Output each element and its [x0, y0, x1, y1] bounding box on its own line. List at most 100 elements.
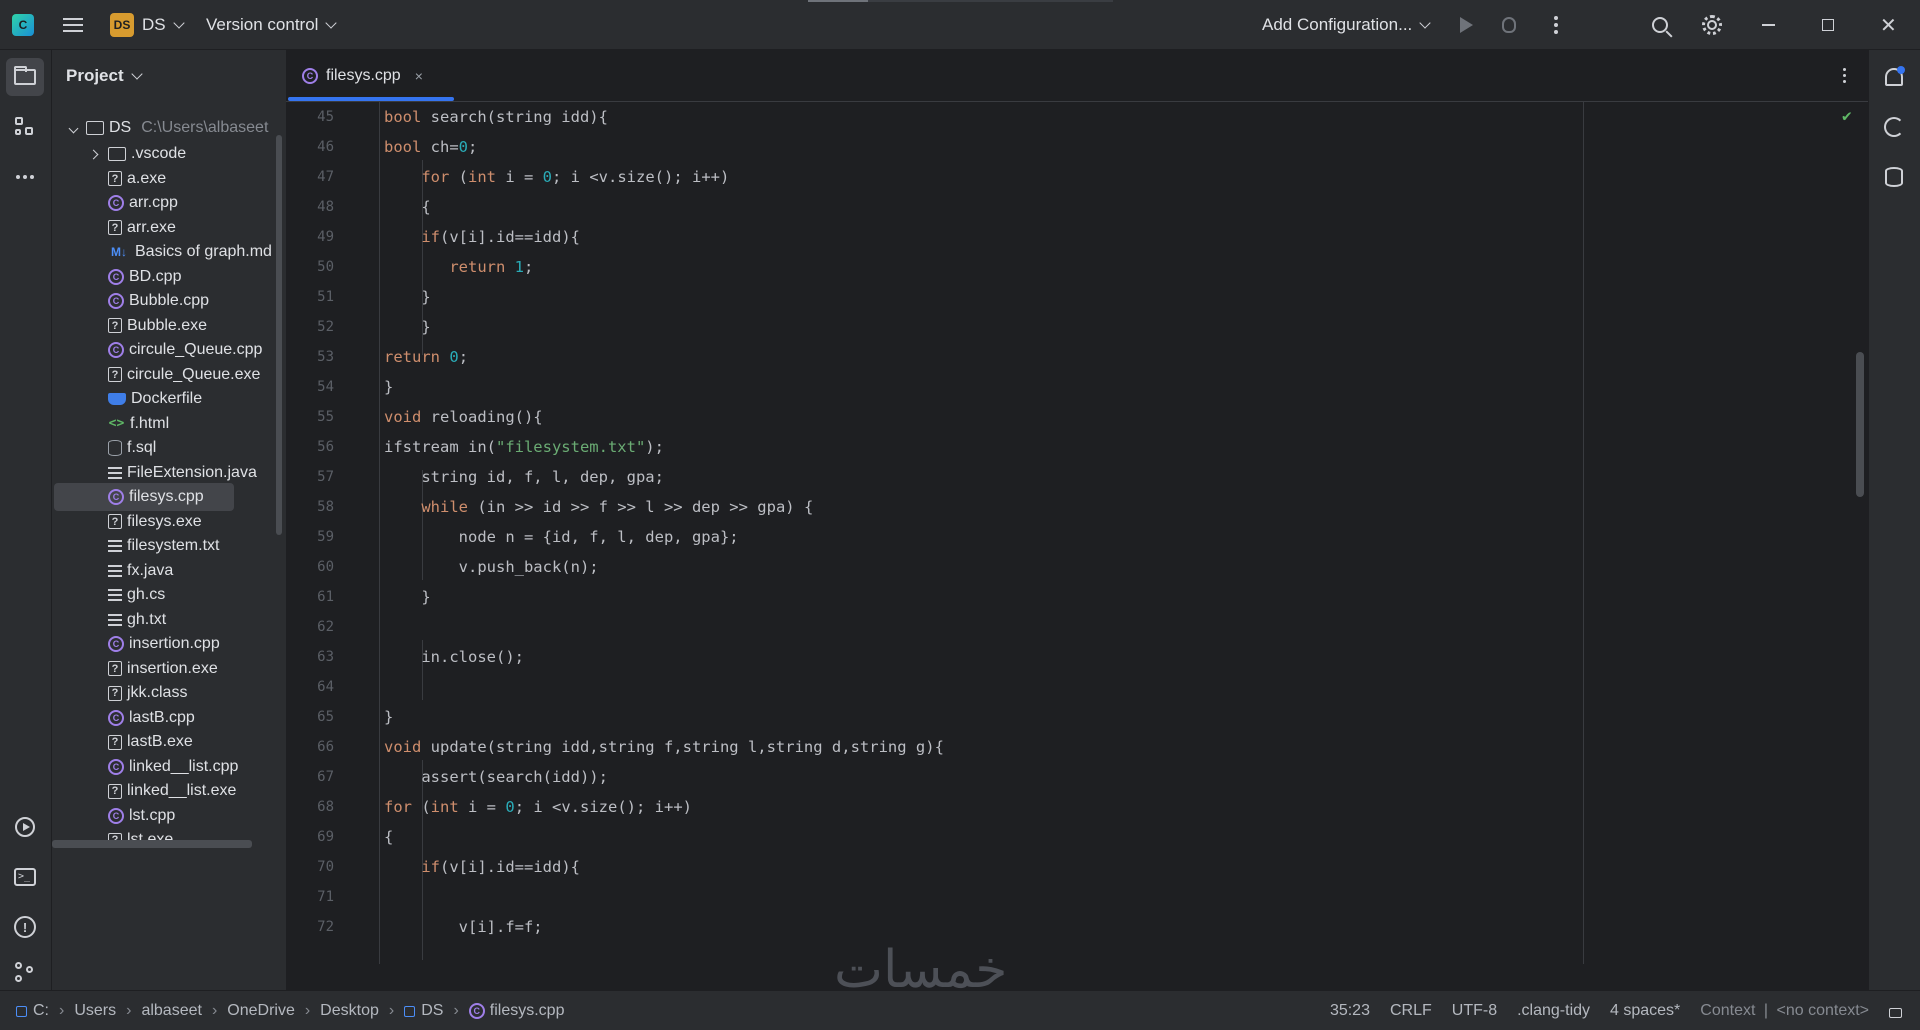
tree-item-label: lastB.cpp — [129, 708, 195, 726]
project-selector[interactable]: DS DS — [110, 0, 185, 50]
line-number: 51 — [317, 289, 334, 305]
tree-item-label: insertion.exe — [127, 659, 218, 677]
version-control-menu[interactable]: Version control — [206, 0, 338, 50]
breadcrumb-separator-icon: › — [126, 1002, 132, 1019]
tree-item-label: fx.java — [127, 561, 174, 579]
breadcrumb-item[interactable]: Cfilesys.cpp — [468, 1002, 564, 1020]
tree-root-ds[interactable]: DS C:\Users\albaseet — [70, 114, 268, 142]
breadcrumb-item[interactable]: albaseet — [141, 1002, 202, 1020]
file-encoding[interactable]: UTF-8 — [1452, 1002, 1497, 1020]
close-window-button[interactable]: ✕ — [1880, 0, 1900, 50]
tree-item-label: gh.cs — [127, 586, 166, 603]
title-bar: C DS DS Version control Add Configuratio… — [0, 0, 1920, 50]
tree-item-label: filesys.cpp — [129, 488, 204, 505]
indent-setting[interactable]: 4 spaces* — [1610, 1002, 1680, 1020]
ai-assistant-button[interactable] — [1875, 108, 1913, 146]
module-icon — [16, 1005, 27, 1017]
tree-item-label: gh.txt — [127, 610, 167, 628]
inspection-ok-check-icon[interactable]: ✔ — [1842, 106, 1852, 125]
code-line: 66 void update(string idd,string f,string… — [286, 732, 1868, 762]
editor-tab-bar: C filesys.cpp × — [286, 50, 1868, 102]
project-tool-button[interactable] — [6, 58, 44, 96]
run-icon[interactable] — [1460, 0, 1480, 50]
debug-icon[interactable] — [1502, 0, 1524, 50]
restore-window-button[interactable] — [1822, 0, 1840, 50]
more-actions-icon[interactable] — [1552, 0, 1560, 50]
breadcrumb-separator-icon: › — [211, 1002, 218, 1019]
tree-item-label: linked__list.exe — [127, 782, 237, 799]
line-number: 72 — [317, 919, 334, 935]
minimize-window-button[interactable] — [1762, 0, 1780, 50]
breadcrumb-item[interactable]: DS — [404, 1002, 443, 1020]
code-line: 56 ifstream in("filesystem.txt"); — [286, 432, 1868, 462]
add-configuration-button[interactable]: Add Configuration... — [1262, 0, 1431, 50]
breadcrumb-label: DS — [421, 1002, 444, 1019]
breadcrumb-item[interactable]: OneDrive — [227, 1002, 295, 1020]
code-text: bool search(string idd){ — [384, 108, 608, 126]
editor-scrollbar[interactable] — [1856, 352, 1864, 497]
settings-gear-icon[interactable] — [1702, 0, 1726, 50]
breadcrumb-item[interactable]: Desktop — [320, 1002, 379, 1020]
project-panel-header[interactable]: Project — [66, 50, 143, 102]
chevron-down-icon — [130, 67, 143, 80]
tab-options-icon[interactable] — [1843, 68, 1846, 83]
code-text: for (int i = 0; i <v.size(); i++) — [421, 168, 730, 186]
line-number: 55 — [317, 409, 334, 425]
tab-close-icon[interactable]: × — [415, 68, 423, 84]
code-line: 48 { — [286, 192, 1868, 222]
unknown-file-icon: ? — [108, 514, 122, 529]
git-tool-button[interactable] — [6, 958, 44, 988]
text-file-icon — [108, 466, 122, 479]
code-line: 71 — [286, 882, 1868, 912]
code-text: } — [384, 708, 394, 726]
code-text: node n = {id, f, l, dep, gpa}; — [384, 528, 739, 546]
breadcrumb-label: OneDrive — [227, 1002, 295, 1019]
code-line: 61 } — [286, 582, 1868, 612]
breadcrumb-item[interactable]: Users — [74, 1002, 116, 1020]
project-scrollbar[interactable] — [276, 135, 282, 535]
tree-item-label: lst.cpp — [129, 806, 176, 824]
tree-root-path: C:\Users\albaseet — [141, 119, 269, 136]
unknown-file-icon: ? — [108, 318, 122, 333]
problems-tool-button[interactable]: ! — [6, 908, 44, 946]
code-line: 65} — [286, 702, 1868, 732]
tab-filesys-cpp[interactable]: C filesys.cpp × — [288, 50, 437, 102]
main-menu-icon[interactable] — [60, 0, 86, 50]
linter-config[interactable]: .clang-tidy — [1517, 1002, 1590, 1020]
terminal-tool-button[interactable]: >_ — [6, 858, 44, 896]
read-only-lock-icon[interactable] — [1889, 1008, 1902, 1018]
sql-file-icon — [108, 440, 122, 456]
line-number: 46 — [317, 139, 334, 155]
code-text: return 1; — [449, 258, 534, 276]
tree-root-name: DS — [109, 119, 132, 136]
search-icon[interactable] — [1652, 0, 1676, 50]
run-tool-button[interactable] — [6, 808, 44, 846]
text-file-icon — [108, 540, 122, 552]
code-line: 62 — [286, 612, 1868, 642]
line-number: 57 — [317, 469, 334, 485]
line-number: 58 — [317, 499, 334, 515]
caret-position[interactable]: 35:23 — [1330, 1002, 1370, 1020]
tree-item-label: Bubble.cpp — [129, 292, 210, 309]
cpp-file-icon: C — [108, 807, 124, 824]
line-number: 59 — [317, 529, 334, 545]
project-badge-icon: DS — [110, 13, 134, 37]
project-name: DS — [142, 15, 166, 34]
app-logo-icon[interactable]: C — [12, 0, 38, 50]
breadcrumb-item[interactable]: C: — [16, 1002, 49, 1020]
module-icon — [404, 1005, 416, 1017]
notifications-button[interactable] — [1875, 58, 1913, 96]
structure-tool-button[interactable] — [6, 108, 44, 146]
code-editor[interactable]: 45 bool search(string idd){46 bool ch=0; 47… — [286, 102, 1868, 964]
ai-assistant-icon — [1884, 117, 1904, 137]
database-tool-button[interactable] — [1875, 158, 1913, 196]
context-selector[interactable]: Context | <no context> — [1700, 1002, 1869, 1020]
status-bar: C: › Users › albaseet › OneDrive › Desktop › DS › Cf… — [0, 990, 1920, 1030]
code-text: v.push_back(n); — [384, 558, 599, 576]
tree-item-label: jkk.class — [127, 684, 188, 701]
line-separator[interactable]: CRLF — [1390, 1002, 1432, 1020]
text-file-icon — [108, 613, 122, 626]
tree-item-label: BD.cpp — [129, 267, 182, 285]
project-horizontal-scrollbar[interactable] — [52, 840, 252, 848]
more-tools-button[interactable] — [6, 158, 44, 196]
